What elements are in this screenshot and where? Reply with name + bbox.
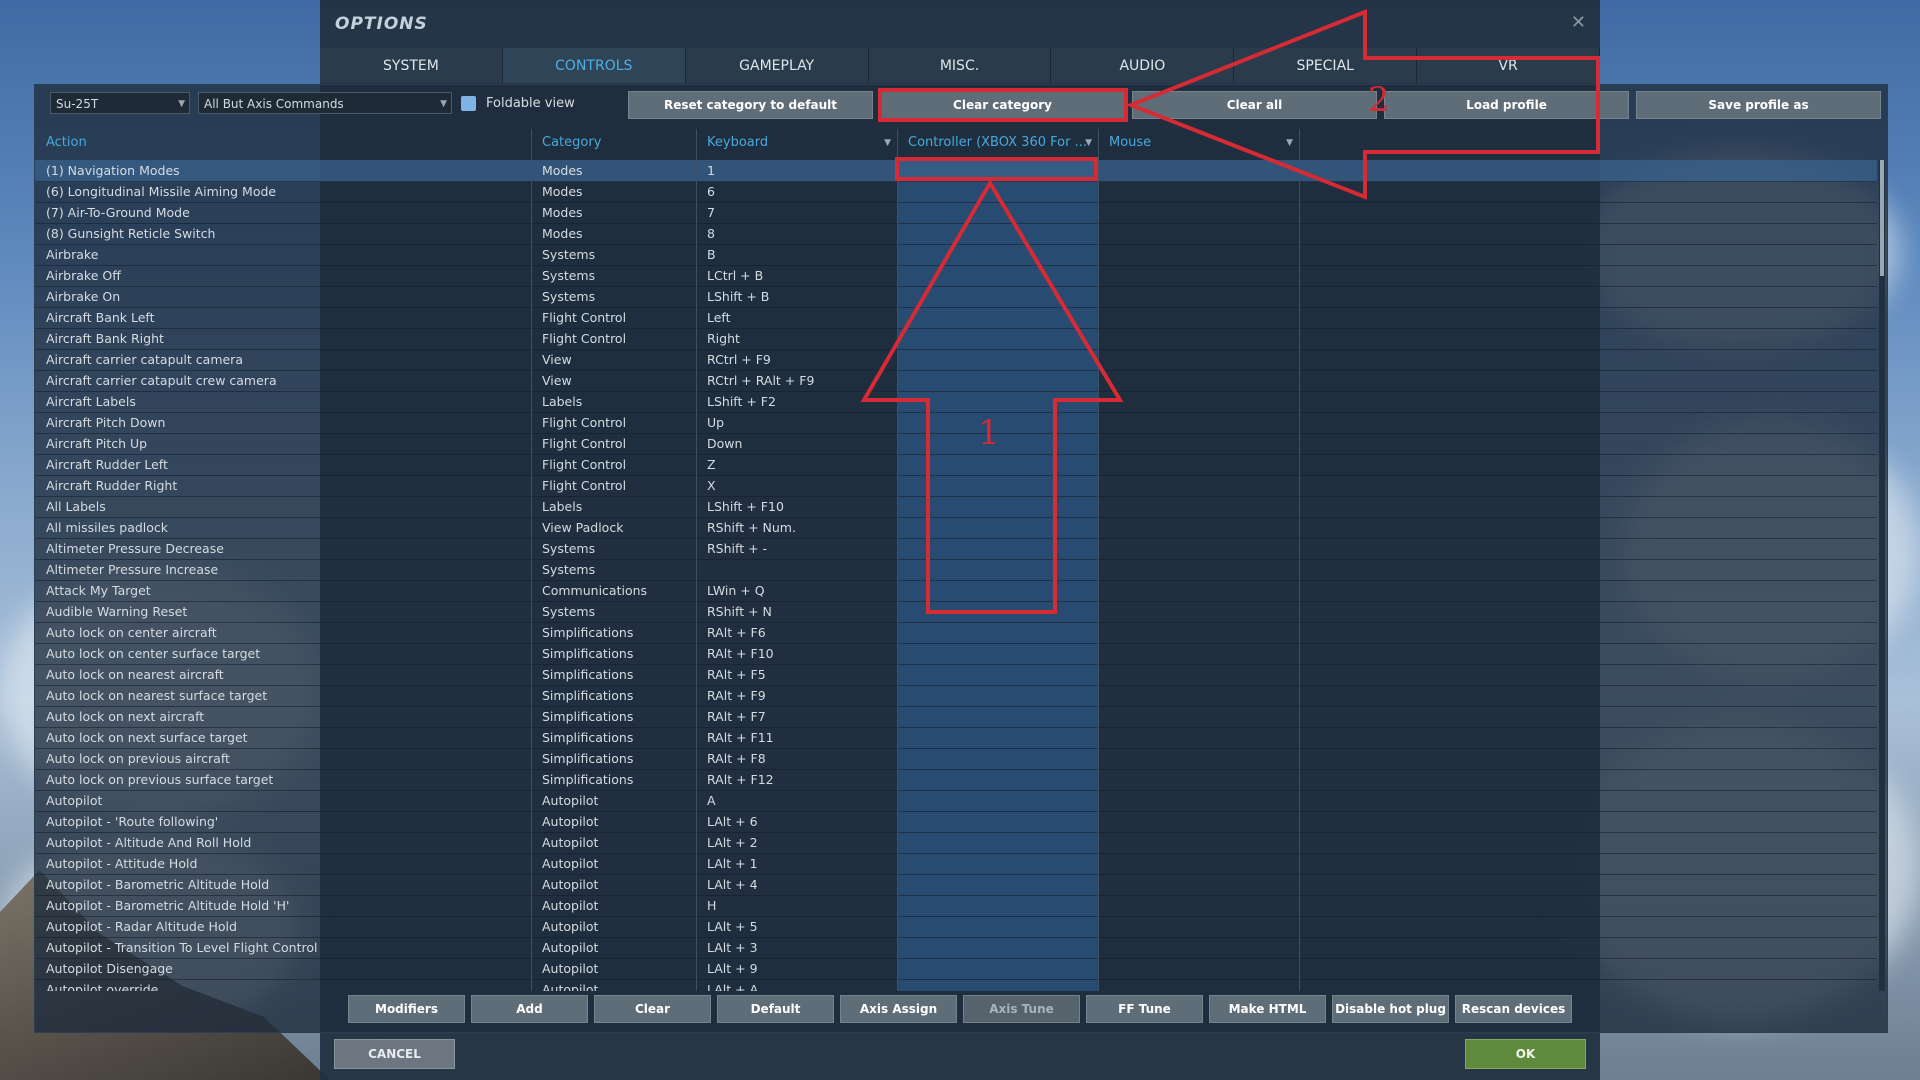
annotation-number-2: 2 [1368, 80, 1390, 120]
up-arrow-annotation [860, 179, 1124, 614]
controller-cell-highlight-box [895, 157, 1098, 181]
clear-category-highlight-box [878, 88, 1128, 122]
annotation-overlay [860, 9, 1600, 614]
left-arrow-annotation [1125, 9, 1600, 200]
annotation-number-1: 1 [978, 413, 1000, 453]
